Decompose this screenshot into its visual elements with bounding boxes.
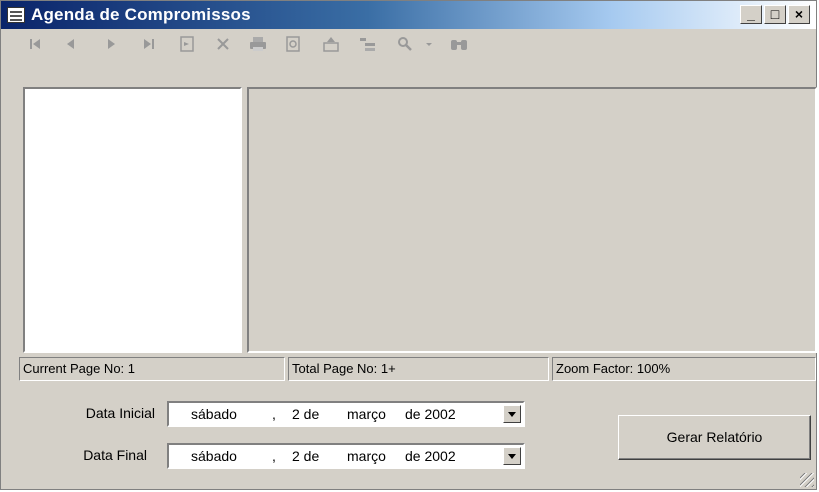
data-inicial-label: Data Inicial — [85, 405, 155, 421]
chevron-down-icon[interactable] — [503, 405, 521, 423]
minimize-button[interactable]: _ — [740, 5, 762, 24]
maximize-button[interactable]: □ — [764, 5, 786, 24]
dropdown-icon[interactable] — [417, 32, 441, 56]
close-window-button[interactable]: × — [788, 5, 810, 24]
prev-page-icon[interactable] — [59, 32, 83, 56]
year-field[interactable]: de 2002 — [405, 448, 456, 464]
last-page-icon[interactable] — [137, 32, 161, 56]
report-toolbar — [1, 29, 816, 59]
gerar-relatorio-button[interactable]: Gerar Relatório — [618, 415, 811, 460]
data-final-label: Data Final — [83, 447, 147, 463]
year-field[interactable]: de 2002 — [405, 406, 456, 422]
status-current-page: Current Page No: 1 — [19, 357, 285, 381]
window-title: Agenda de Compromissos — [31, 5, 251, 24]
export-icon[interactable] — [319, 32, 343, 56]
data-inicial-picker[interactable]: sábado , 2 de março de 2002 — [167, 401, 525, 427]
weekday-field[interactable]: sábado — [191, 448, 237, 464]
window-controls: _ □ × — [740, 5, 810, 24]
title-bar[interactable]: Agenda de Compromissos _ □ × — [1, 1, 816, 29]
app-window: Agenda de Compromissos _ □ × Current Pag… — [0, 0, 817, 490]
group-tree-pane[interactable] — [23, 87, 242, 353]
separator: , — [272, 406, 276, 422]
day-field[interactable]: 2 de — [292, 406, 319, 422]
chevron-down-icon[interactable] — [503, 447, 521, 465]
report-preview-pane[interactable] — [247, 87, 817, 353]
separator: , — [272, 448, 276, 464]
first-page-icon[interactable] — [23, 32, 47, 56]
zoom-icon[interactable] — [393, 32, 417, 56]
month-field[interactable]: março — [347, 448, 386, 464]
status-zoom-factor: Zoom Factor: 100% — [552, 357, 816, 381]
refresh-icon[interactable] — [281, 32, 305, 56]
close-icon[interactable] — [211, 32, 235, 56]
weekday-field[interactable]: sábado — [191, 406, 237, 422]
group-tree-icon[interactable] — [356, 32, 380, 56]
next-page-icon[interactable] — [99, 32, 123, 56]
data-final-picker[interactable]: sábado , 2 de março de 2002 — [167, 443, 525, 469]
search-icon[interactable] — [447, 32, 471, 56]
print-icon[interactable] — [246, 32, 270, 56]
status-total-page: Total Page No: 1+ — [288, 357, 549, 381]
goto-page-icon[interactable] — [175, 32, 199, 56]
app-icon — [7, 7, 25, 23]
resize-grip[interactable] — [800, 473, 814, 487]
month-field[interactable]: março — [347, 406, 386, 422]
day-field[interactable]: 2 de — [292, 448, 319, 464]
